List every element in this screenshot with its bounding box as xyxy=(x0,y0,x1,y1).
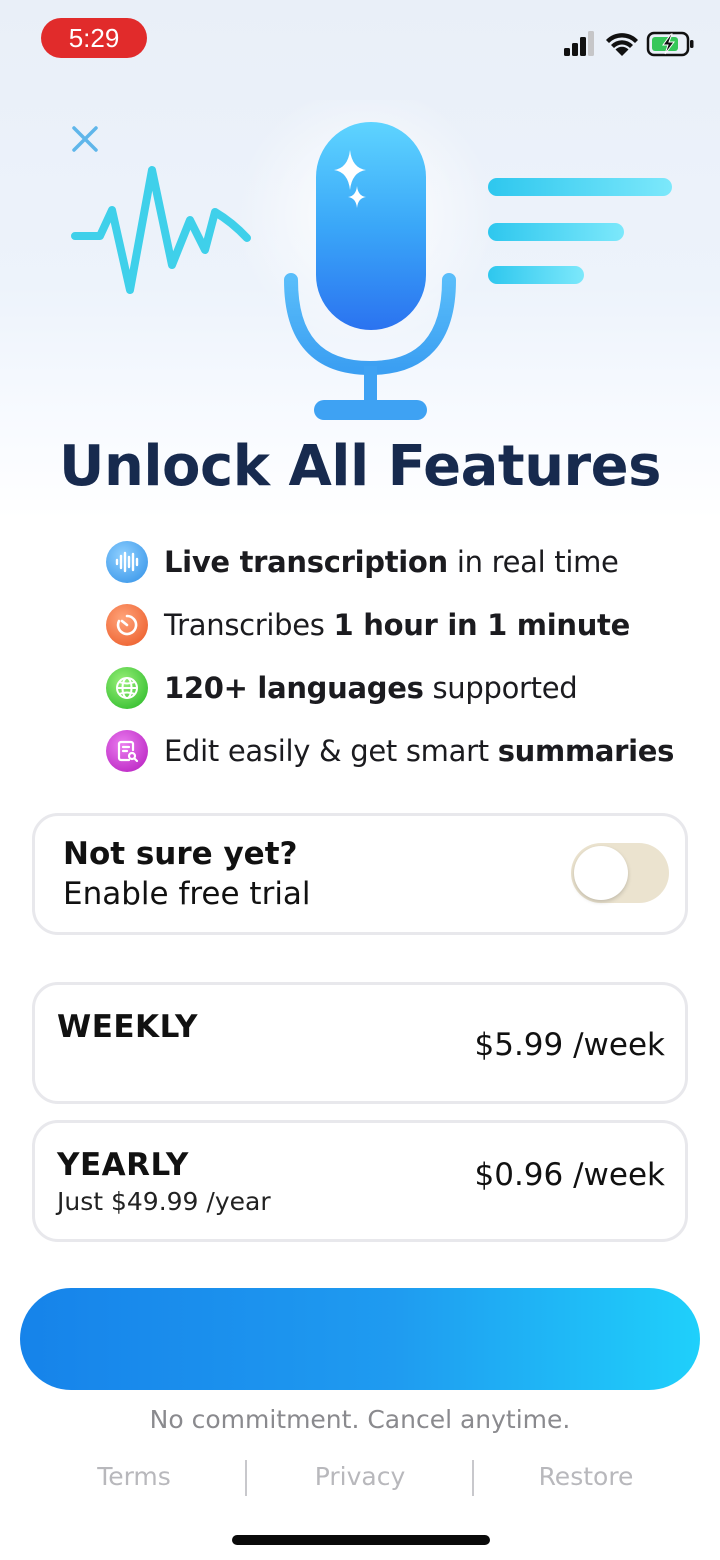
trial-label: Enable free trial xyxy=(63,876,311,912)
text-lines-icon xyxy=(488,178,672,284)
cellular-signal-icon xyxy=(564,31,594,56)
status-time: 5:29 xyxy=(41,18,147,58)
feature-item: Transcribes 1 hour in 1 minute xyxy=(106,593,706,656)
page-title: Unlock All Features xyxy=(59,434,662,499)
document-search-icon xyxy=(106,729,148,772)
battery-charging-icon xyxy=(646,31,694,57)
plan-price: $0.96 /week xyxy=(474,1157,666,1193)
hero-illustration xyxy=(71,100,672,420)
plan-subtitle: Just $49.99 /year xyxy=(57,1187,271,1216)
feature-item: Edit easily & get smart summaries xyxy=(106,719,706,782)
footer-divider xyxy=(245,1460,247,1496)
wifi-icon xyxy=(606,33,638,56)
soundwave-icon xyxy=(106,540,148,583)
no-commitment-note: No commitment. Cancel anytime. xyxy=(149,1405,571,1434)
globe-icon xyxy=(106,666,148,709)
feature-list: Live transcription in real time Transcri… xyxy=(106,530,706,782)
status-icons xyxy=(564,31,694,57)
feature-text: Live transcription in real time xyxy=(164,544,619,579)
plan-weekly[interactable]: WEEKLY $5.99 /week xyxy=(32,982,688,1104)
status-bar: 5:29 xyxy=(0,0,720,80)
waveform-icon xyxy=(71,166,251,294)
restore-link[interactable]: Restore xyxy=(496,1462,676,1491)
feature-text: Transcribes 1 hour in 1 minute xyxy=(164,607,630,642)
plan-name: WEEKLY xyxy=(57,1009,198,1045)
continue-button[interactable] xyxy=(20,1288,700,1390)
free-trial-toggle[interactable] xyxy=(571,843,669,903)
home-indicator xyxy=(232,1535,490,1545)
trial-question: Not sure yet? xyxy=(63,836,298,872)
feature-text: Edit easily & get smart summaries xyxy=(164,733,675,768)
free-trial-card[interactable]: Not sure yet? Enable free trial xyxy=(32,813,688,935)
feature-item: 120+ languages supported xyxy=(106,656,706,719)
privacy-link[interactable]: Privacy xyxy=(270,1462,450,1491)
toggle-knob xyxy=(574,846,628,900)
timer-icon xyxy=(106,603,148,646)
footer-divider xyxy=(472,1460,474,1496)
plan-name: YEARLY xyxy=(57,1147,189,1183)
plan-price: $5.99 /week xyxy=(474,1027,666,1063)
feature-item: Live transcription in real time xyxy=(106,530,706,593)
plan-yearly[interactable]: YEARLY Just $49.99 /year $0.96 /week xyxy=(32,1120,688,1242)
terms-link[interactable]: Terms xyxy=(44,1462,224,1491)
feature-text: 120+ languages supported xyxy=(164,670,578,705)
